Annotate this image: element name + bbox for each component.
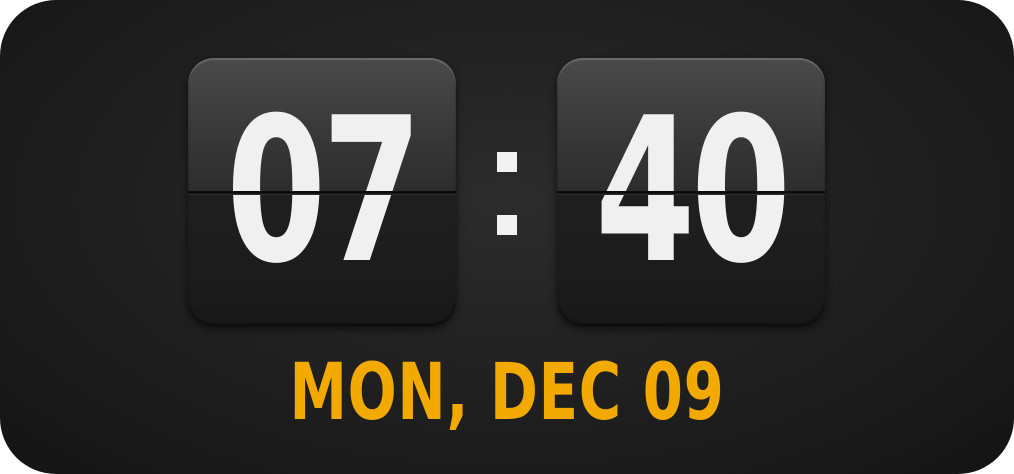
minutes-flip-card: 40	[557, 58, 825, 326]
minutes-card-divider	[557, 191, 825, 195]
hours-flip-card: 07	[188, 58, 456, 326]
hours-card-divider	[188, 191, 456, 195]
flip-clock-widget: 07 40 MON, DEC 09	[0, 0, 1014, 474]
date-label: MON, DEC 09	[289, 348, 725, 438]
separator-dot-bottom	[497, 215, 517, 235]
separator-dot-top	[497, 152, 517, 172]
